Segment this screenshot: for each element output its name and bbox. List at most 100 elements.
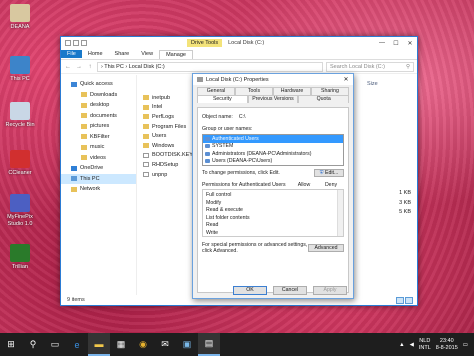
permission-item: Full control (206, 192, 232, 198)
nav-item[interactable]: This PC (61, 173, 136, 184)
edit-button-label: Edit... (325, 170, 339, 176)
nav-item-label: KBFilter (90, 133, 110, 140)
tab-quota[interactable]: Quota (298, 95, 350, 103)
file-name: BOOTDISK.KEY (152, 152, 193, 159)
folder-icon (81, 102, 87, 108)
file-size: 3 KB (399, 199, 411, 206)
nav-item[interactable]: Quick access (61, 79, 136, 90)
nav-item[interactable]: KBFilter (61, 132, 136, 143)
edit-button[interactable]: ⛨ Edit... (314, 169, 344, 177)
close-icon[interactable]: ✕ (403, 40, 417, 47)
desktop-icon-this-pc[interactable]: This PC (0, 56, 40, 83)
file-item[interactable]: Windows (143, 141, 193, 151)
tab-sharing[interactable]: Sharing (311, 87, 349, 95)
network-icon[interactable]: ▲ (399, 342, 404, 348)
edge-icon[interactable]: e (66, 333, 88, 356)
notifications-icon[interactable]: ▭ (463, 342, 468, 348)
advanced-button[interactable]: Advanced (308, 244, 344, 252)
minimize-icon[interactable]: — (375, 40, 389, 47)
navigation-pane: Quick access Downloads desktop documents pic… (61, 75, 137, 295)
tab-general[interactable]: General (197, 87, 235, 95)
tab-hardware[interactable]: Hardware (273, 87, 311, 95)
file-explorer-icon[interactable]: ▬ (88, 333, 110, 356)
tab-manage[interactable]: Manage (159, 49, 193, 59)
task-view-button[interactable]: ▭ (44, 333, 66, 356)
users-icon (205, 144, 210, 149)
file-name: unpnp (152, 171, 168, 178)
maximize-icon[interactable]: ☐ (389, 40, 403, 47)
desktop-icon-ccleaner[interactable]: CCleaner (0, 150, 40, 177)
desktop-icon-myfinepix[interactable]: MyFinePix Studio 1.0 (0, 194, 40, 227)
file-item[interactable]: Program Files (143, 122, 193, 132)
file-item[interactable]: RHDSetup (143, 160, 193, 170)
close-icon[interactable]: ✕ (339, 76, 353, 83)
user-list-item[interactable]: Authenticated Users (203, 135, 343, 143)
properties-window-icon[interactable]: ▤ (198, 333, 220, 356)
special-permissions-row: For special permissions or advanced sett… (202, 242, 344, 254)
nav-item[interactable]: desktop (61, 100, 136, 111)
nav-item[interactable]: videos (61, 153, 136, 164)
mail-icon[interactable]: ✉ (154, 333, 176, 356)
file-item[interactable]: Users (143, 131, 193, 141)
volume-icon[interactable]: ◀ (410, 342, 414, 348)
nav-item[interactable]: Network (61, 184, 136, 195)
search-button[interactable]: ⚲ (22, 333, 44, 356)
nav-item[interactable]: OneDrive (61, 163, 136, 174)
start-button[interactable]: ⊞ (0, 333, 22, 356)
column-header-size[interactable]: Size (367, 81, 378, 87)
nav-item[interactable]: pictures (61, 121, 136, 132)
permission-item: Read & execute (206, 207, 243, 214)
language-code: NLD (419, 338, 431, 344)
properties-icon[interactable] (65, 40, 71, 46)
file-item[interactable]: PerfLogs (143, 112, 193, 122)
file-size: 1 KB (399, 190, 411, 196)
file-icon (143, 152, 149, 158)
tab-file[interactable]: File (61, 50, 82, 58)
forward-arrow-icon[interactable]: → (75, 64, 83, 70)
tab-previous-versions[interactable]: Previous Versions (247, 95, 299, 103)
user-name: SYSTEM (212, 143, 234, 150)
user-list-item[interactable]: Administrators (DEANA-PC\Administrators) (203, 150, 343, 158)
file-item[interactable]: unpnp (143, 170, 193, 180)
special-permissions-text: For special permissions or advanced sett… (202, 242, 308, 254)
tab-security[interactable]: Security (197, 95, 248, 103)
tab-tools[interactable]: Tools (235, 87, 273, 95)
desktop-icon-deana[interactable]: DEANA (0, 4, 40, 31)
up-arrow-icon[interactable]: ↑ (86, 64, 94, 70)
back-arrow-icon[interactable]: ← (64, 64, 72, 70)
folder-icon (143, 104, 149, 110)
search-input[interactable]: Search Local Disk (C:) ⚲ (326, 61, 414, 72)
desktop-icon-trillian[interactable]: Trillian (0, 244, 40, 271)
address-bar[interactable]: › This PC › Local Disk (C:) (97, 61, 323, 72)
large-icons-view-icon[interactable] (405, 297, 413, 304)
user-list-item[interactable]: Users (DEANA-PC\Users) (203, 158, 343, 166)
tab-home[interactable]: Home (82, 50, 109, 58)
clock[interactable]: 23:40 8-8-2015 (436, 338, 458, 351)
chrome-icon[interactable]: ◉ (132, 333, 154, 356)
user-list-item[interactable]: SYSTEM (203, 143, 343, 151)
file-name: RHDSetup (152, 161, 179, 168)
permissions-scrollbar[interactable] (337, 190, 343, 236)
details-view-icon[interactable] (396, 297, 404, 304)
new-folder-icon[interactable] (73, 40, 79, 46)
tab-share[interactable]: Share (109, 50, 136, 58)
file-item[interactable]: Intel (143, 103, 193, 113)
file-item[interactable]: inetpub (143, 93, 193, 103)
tab-row-2: Security Previous Versions Quota (197, 95, 350, 103)
view-buttons (396, 297, 413, 304)
file-icon (143, 162, 149, 168)
file-item[interactable]: BOOTDISK.KEY (143, 151, 193, 161)
apply-button[interactable]: Apply (313, 286, 347, 295)
dropdown-icon[interactable] (81, 40, 87, 46)
nav-item[interactable]: music (61, 142, 136, 153)
tab-view[interactable]: View (135, 50, 159, 58)
language-indicator[interactable]: NLD INTL (419, 338, 431, 351)
store-icon[interactable]: ▦ (110, 333, 132, 356)
nav-item[interactable]: Downloads (61, 90, 136, 101)
app-icon[interactable]: ▣ (176, 333, 198, 356)
ok-button[interactable]: OK (233, 286, 267, 295)
desktop-icon-recycle-bin[interactable]: Recycle Bin (0, 102, 40, 129)
nav-item-label: documents (90, 112, 117, 119)
cancel-button[interactable]: Cancel (273, 286, 307, 295)
nav-item[interactable]: documents (61, 111, 136, 122)
